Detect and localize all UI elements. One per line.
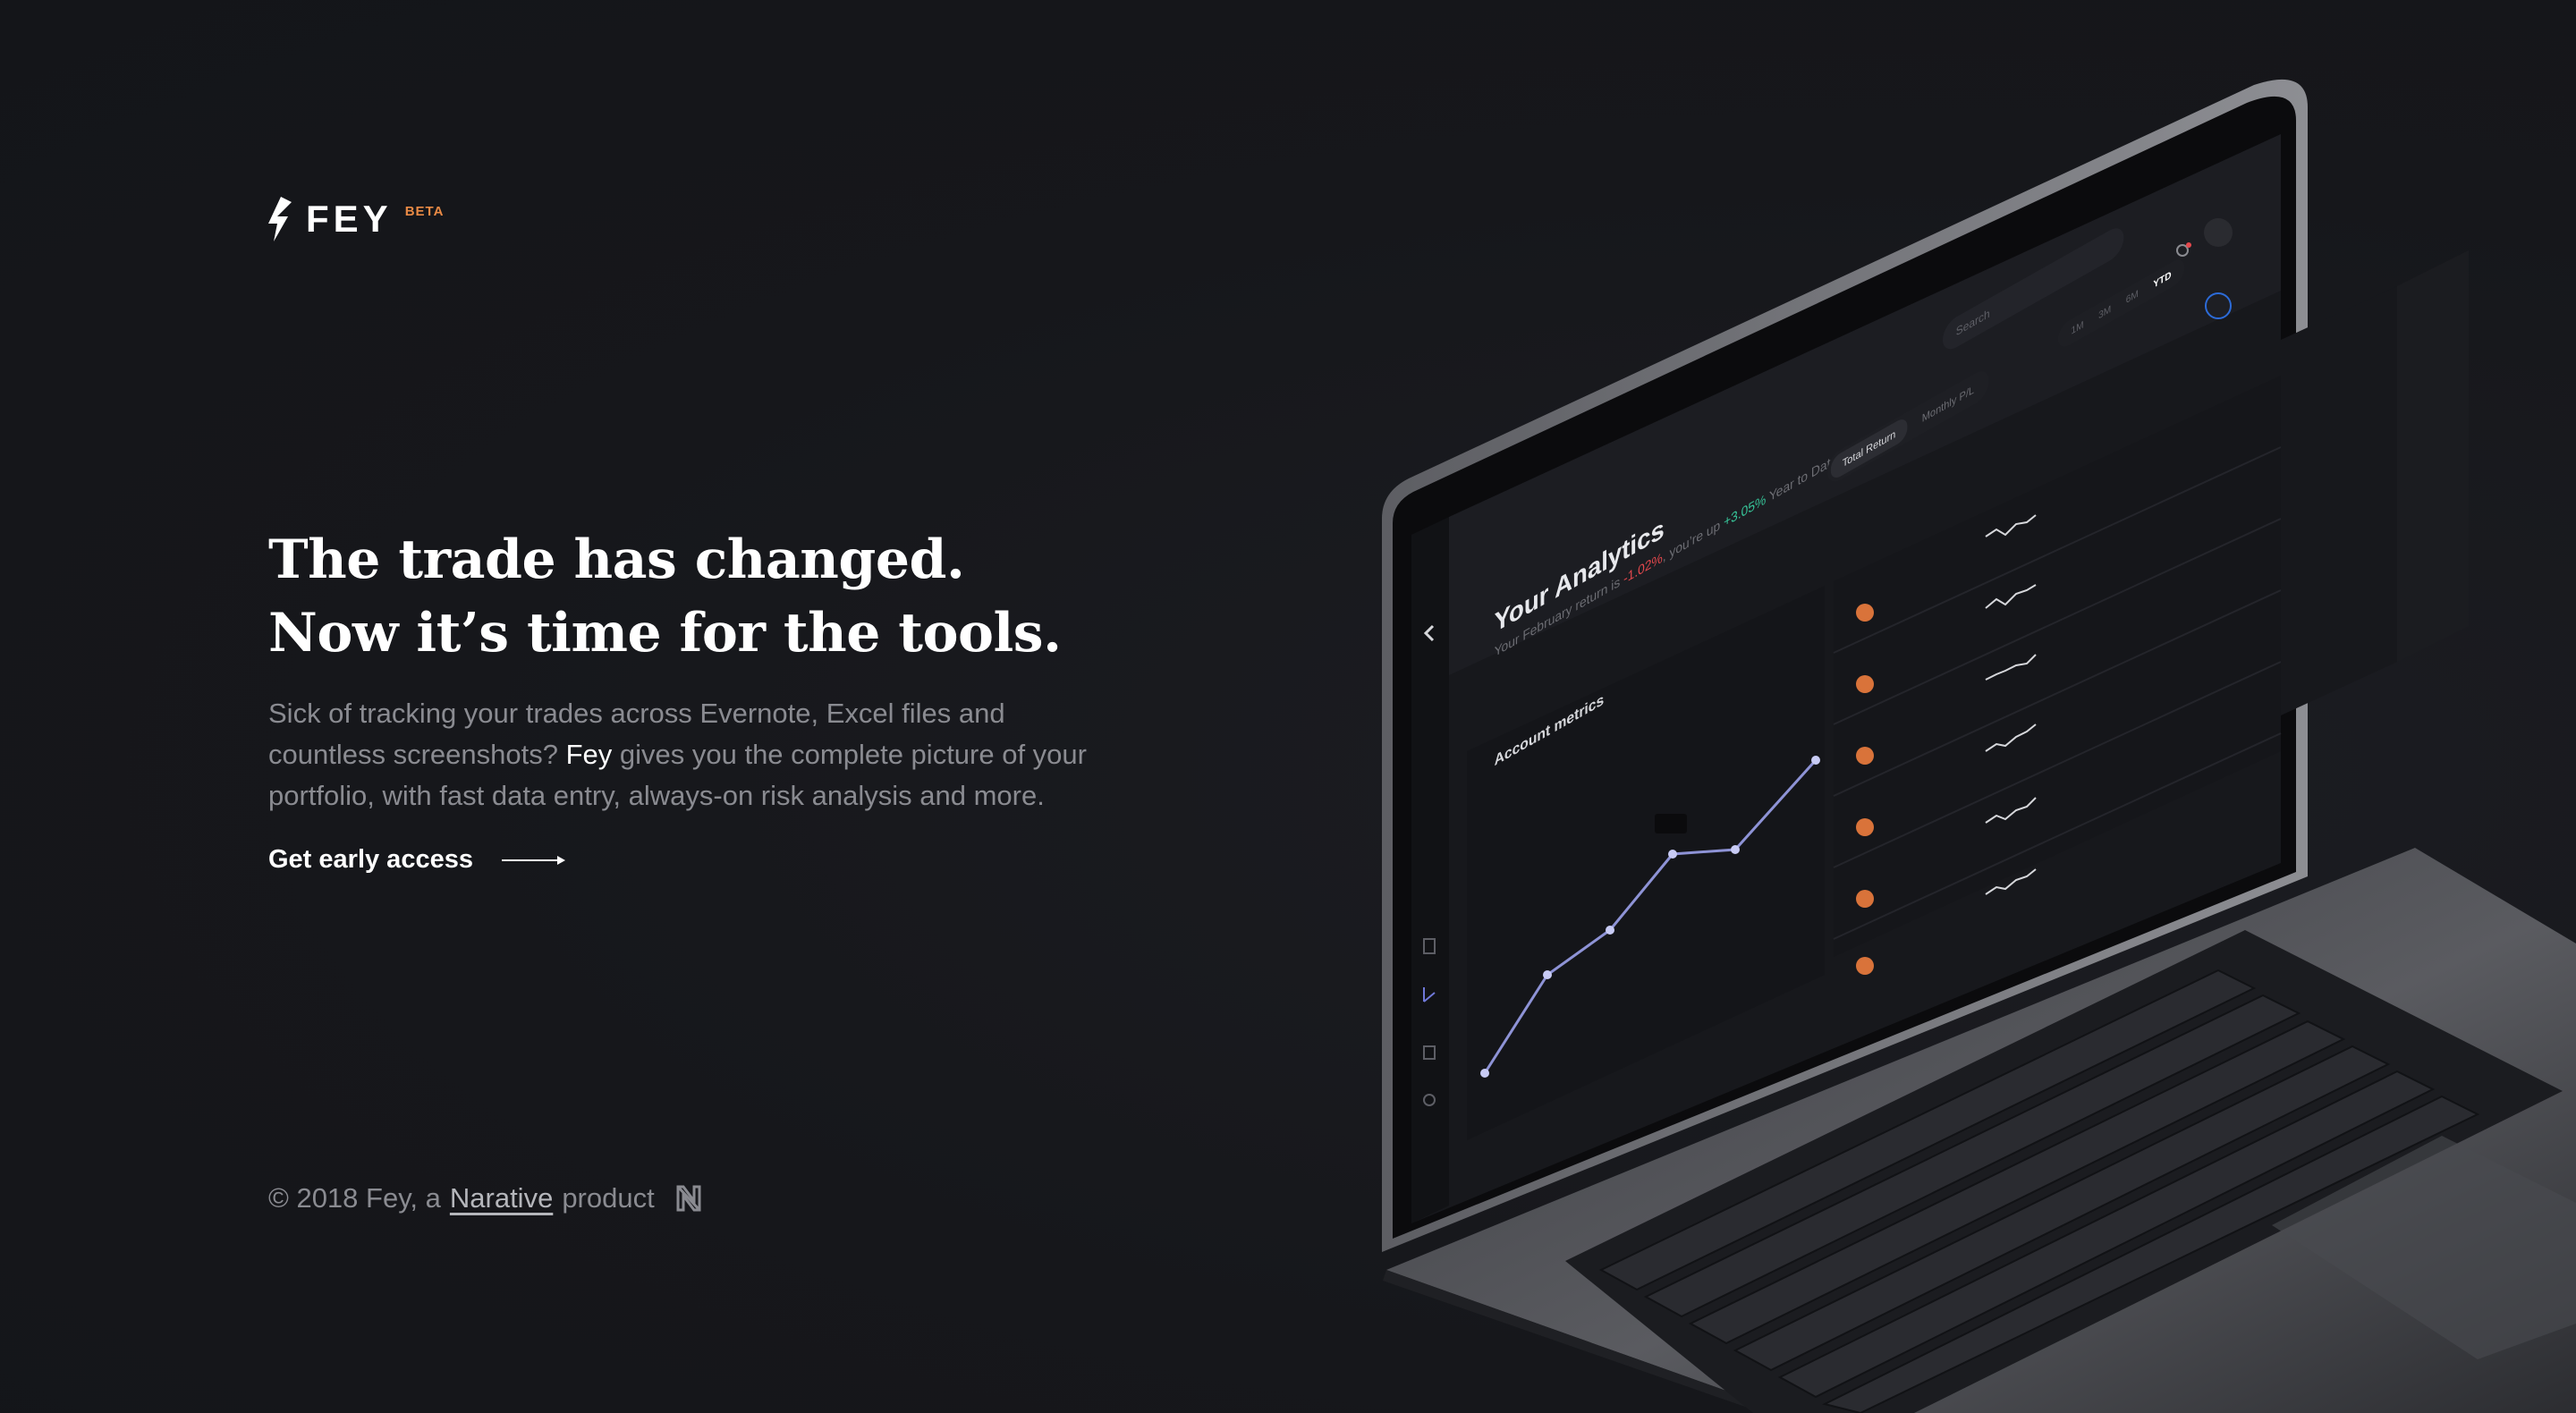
laptop-illustration: Your Analytics Your February return is -… <box>1360 72 2576 1413</box>
hero-headline: The trade has changed. Now it’s time for… <box>268 523 1163 670</box>
get-early-access-link[interactable]: Get early access <box>268 845 566 875</box>
fey-logo-icon <box>268 197 292 241</box>
footer-copyright: © 2018 Fey, a <box>268 1182 441 1214</box>
brand-logo[interactable]: FEY BETA <box>268 197 444 241</box>
narative-logo-icon[interactable] <box>676 1185 701 1212</box>
subtitle-middle: , you’re up <box>1662 517 1721 566</box>
footer-suffix: product <box>562 1182 655 1214</box>
range-ytd[interactable]: YTD <box>2153 270 2171 291</box>
ytd-return-value: +3.05% <box>1724 491 1767 531</box>
account-metrics-title: Account metrics <box>1494 690 1605 770</box>
headline-line-1: The trade has changed. <box>268 529 965 591</box>
narative-link[interactable]: Narative <box>450 1182 553 1214</box>
tab-total-return[interactable]: Total Return <box>1830 415 1908 482</box>
headline-line-2: Now it’s time for the tools. <box>268 602 1062 664</box>
return-tabs: Total Return Monthly P/L <box>1827 365 1989 487</box>
footer: © 2018 Fey, a Narative product <box>268 1182 701 1214</box>
landing-page: FEY BETA The trade has changed. Now it’s… <box>0 0 2576 1413</box>
beta-badge: BETA <box>404 204 445 219</box>
cta-label: Get early access <box>268 845 473 874</box>
range-1m[interactable]: 1M <box>2072 319 2084 337</box>
subtitle-suffix: Year to Date <box>1768 451 1838 505</box>
arrow-right-icon <box>501 855 565 865</box>
range-3m[interactable]: 3M <box>2098 304 2111 322</box>
lede-brand-highlight: Fey <box>565 739 613 770</box>
range-6m[interactable]: 6M <box>2126 288 2139 306</box>
tab-monthly-pl[interactable]: Monthly P/L <box>1911 371 1986 437</box>
brand-name: FEY <box>306 198 393 240</box>
hero-description: Sick of tracking your trades across Ever… <box>268 693 1127 816</box>
